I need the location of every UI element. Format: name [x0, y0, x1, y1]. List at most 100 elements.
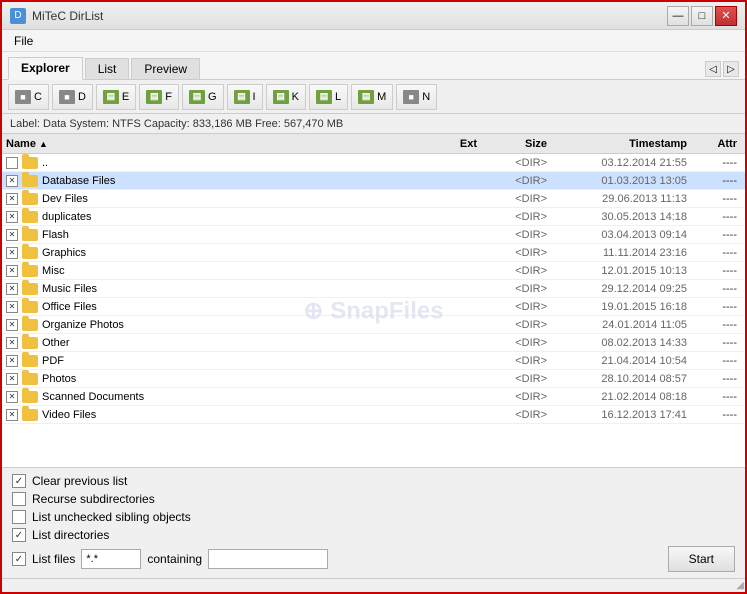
resize-handle[interactable]: ◢: [731, 578, 745, 592]
table-row[interactable]: Photos <DIR> 28.10.2014 08:57 ----: [2, 370, 745, 388]
tab-preview[interactable]: Preview: [131, 58, 200, 79]
drive-l-button[interactable]: ▤ L: [309, 84, 348, 110]
status-bar: ◢: [2, 578, 745, 592]
drive-g-icon: ▤: [189, 90, 205, 104]
col-header-attr[interactable]: Attr: [691, 138, 741, 150]
table-row[interactable]: .. <DIR> 03.12.2014 21:55 ----: [2, 154, 745, 172]
row-checkbox[interactable]: [6, 157, 18, 169]
title-bar: D MiTeC DirList — □ ✕: [2, 2, 745, 30]
drive-i-button[interactable]: ▤ I: [227, 84, 263, 110]
table-row[interactable]: Flash <DIR> 03.04.2013 09:14 ----: [2, 226, 745, 244]
table-row[interactable]: Video Files <DIR> 16.12.2013 17:41 ----: [2, 406, 745, 424]
row-checkbox[interactable]: [6, 175, 18, 187]
folder-icon: [22, 193, 38, 205]
recurse-checkbox[interactable]: [12, 492, 26, 506]
row-checkbox[interactable]: [6, 247, 18, 259]
col-header-name[interactable]: Name ▲: [6, 138, 421, 150]
containing-input[interactable]: [208, 549, 328, 569]
drive-n-button[interactable]: ■ N: [396, 84, 437, 110]
row-checkbox[interactable]: [6, 193, 18, 205]
col-header-timestamp[interactable]: Timestamp: [551, 138, 691, 150]
nav-prev-arrow[interactable]: ◁: [705, 61, 721, 77]
list-files-checkbox[interactable]: [12, 552, 26, 566]
table-row[interactable]: Office Files <DIR> 19.01.2015 16:18 ----: [2, 298, 745, 316]
sort-arrow-icon: ▲: [39, 139, 48, 149]
tab-list[interactable]: List: [85, 58, 130, 79]
table-row[interactable]: Other <DIR> 08.02.2013 14:33 ----: [2, 334, 745, 352]
file-name: Video Files: [42, 409, 96, 421]
list-unchecked-checkbox[interactable]: [12, 510, 26, 524]
file-list-container[interactable]: ⊕ SnapFiles .. <DIR> 03.12.2014 21:55 --…: [2, 154, 745, 467]
app-icon: D: [10, 8, 26, 24]
folder-icon: [22, 337, 38, 349]
table-row[interactable]: Music Files <DIR> 29.12.2014 09:25 ----: [2, 280, 745, 298]
drive-f-button[interactable]: ▤ F: [139, 84, 179, 110]
row-checkbox[interactable]: [6, 373, 18, 385]
row-checkbox[interactable]: [6, 229, 18, 241]
menu-file[interactable]: File: [6, 32, 41, 50]
folder-icon: [22, 409, 38, 421]
menu-bar: File: [2, 30, 745, 52]
drive-m-button[interactable]: ▤ M: [351, 84, 393, 110]
table-row[interactable]: Dev Files <DIR> 29.06.2013 11:13 ----: [2, 190, 745, 208]
list-files-label: List files: [32, 552, 75, 566]
pattern-input[interactable]: [81, 549, 141, 569]
file-name: Flash: [42, 229, 69, 241]
row-checkbox[interactable]: [6, 337, 18, 349]
row-checkbox[interactable]: [6, 283, 18, 295]
col-header-size[interactable]: Size: [481, 138, 551, 150]
main-window: D MiTeC DirList — □ ✕ File Explorer List…: [0, 0, 747, 594]
table-row[interactable]: Misc <DIR> 12.01.2015 10:13 ----: [2, 262, 745, 280]
row-checkbox[interactable]: [6, 265, 18, 277]
table-row[interactable]: Organize Photos <DIR> 24.01.2014 11:05 -…: [2, 316, 745, 334]
file-name: Graphics: [42, 247, 86, 259]
row-checkbox[interactable]: [6, 211, 18, 223]
table-row[interactable]: Graphics <DIR> 11.11.2014 23:16 ----: [2, 244, 745, 262]
nav-next-arrow[interactable]: ▷: [723, 61, 739, 77]
bottom-panel: Clear previous list Recurse subdirectori…: [2, 467, 745, 578]
file-name-cell: PDF: [6, 355, 421, 367]
table-row[interactable]: Scanned Documents <DIR> 21.02.2014 08:18…: [2, 388, 745, 406]
list-dirs-checkbox[interactable]: [12, 528, 26, 542]
file-name: Misc: [42, 265, 65, 277]
recurse-label: Recurse subdirectories: [32, 492, 155, 506]
file-name: ..: [42, 157, 48, 169]
maximize-button[interactable]: □: [691, 6, 713, 26]
tab-explorer[interactable]: Explorer: [8, 57, 83, 80]
row-checkbox[interactable]: [6, 409, 18, 421]
tabs-bar: Explorer List Preview ◁ ▷: [2, 52, 745, 80]
col-header-ext[interactable]: Ext: [421, 138, 481, 150]
file-name-cell: duplicates: [6, 211, 421, 223]
drive-k-button[interactable]: ▤ K: [266, 84, 306, 110]
file-name-cell: Misc: [6, 265, 421, 277]
file-name: Music Files: [42, 283, 97, 295]
row-checkbox[interactable]: [6, 319, 18, 331]
drive-e-button[interactable]: ▤ E: [96, 84, 136, 110]
close-button[interactable]: ✕: [715, 6, 737, 26]
drive-c-button[interactable]: ■ C: [8, 84, 49, 110]
drive-i-icon: ▤: [234, 90, 250, 104]
start-button[interactable]: Start: [668, 546, 735, 572]
drive-f-icon: ▤: [146, 90, 162, 104]
drive-k-icon: ▤: [273, 90, 289, 104]
minimize-button[interactable]: —: [667, 6, 689, 26]
drive-m-icon: ▤: [358, 90, 374, 104]
row-checkbox[interactable]: [6, 301, 18, 313]
file-name: PDF: [42, 355, 64, 367]
row-checkbox[interactable]: [6, 355, 18, 367]
drive-d-button[interactable]: ■ D: [52, 84, 93, 110]
file-name: Dev Files: [42, 193, 88, 205]
row-checkbox[interactable]: [6, 391, 18, 403]
clear-prev-checkbox[interactable]: [12, 474, 26, 488]
folder-icon: [22, 319, 38, 331]
file-name: duplicates: [42, 211, 92, 223]
drive-g-button[interactable]: ▤ G: [182, 84, 224, 110]
table-row[interactable]: Database Files <DIR> 01.03.2013 13:05 --…: [2, 172, 745, 190]
table-row[interactable]: duplicates <DIR> 30.05.2013 14:18 ----: [2, 208, 745, 226]
file-name-cell: Organize Photos: [6, 319, 421, 331]
drive-e-icon: ▤: [103, 90, 119, 104]
file-name-cell: Office Files: [6, 301, 421, 313]
folder-icon: [22, 247, 38, 259]
table-row[interactable]: PDF <DIR> 21.04.2014 10:54 ----: [2, 352, 745, 370]
list-unchecked-row: List unchecked sibling objects: [12, 510, 735, 524]
